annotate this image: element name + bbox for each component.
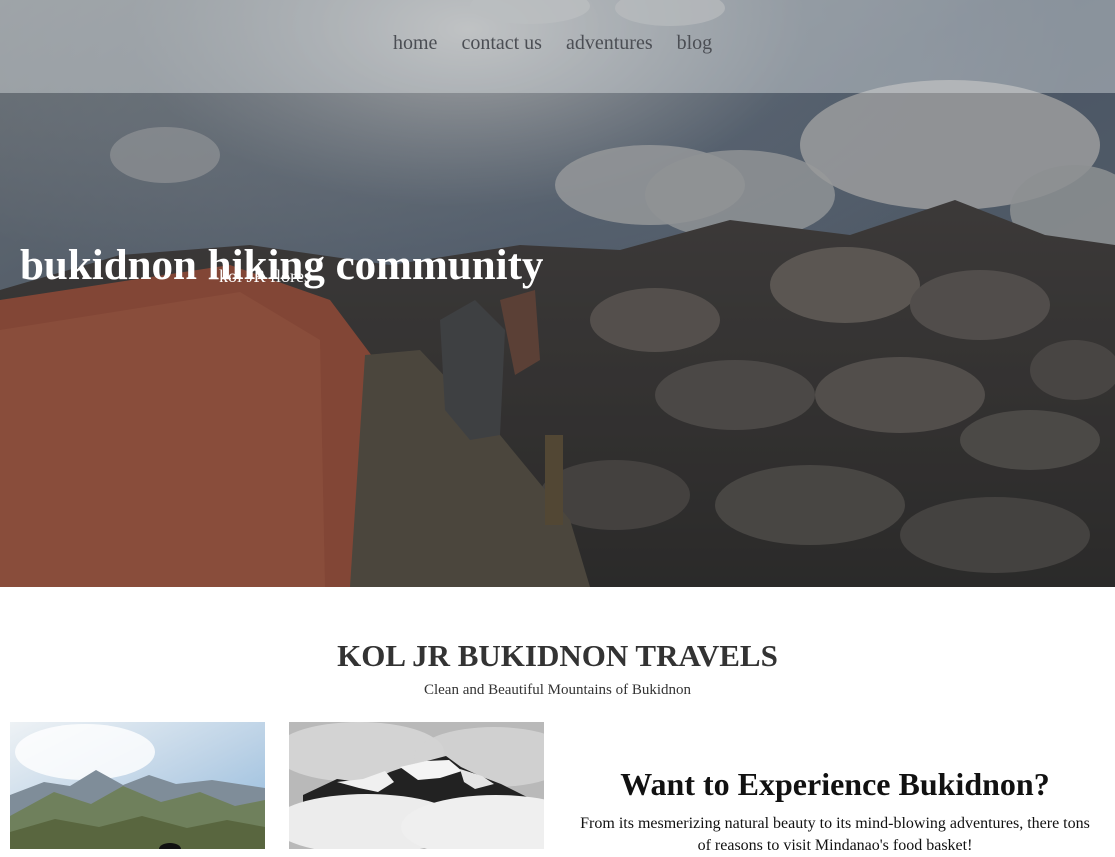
page-title: KOL JR BUKIDNON TRAVELS bbox=[337, 637, 778, 673]
experience-heading: Want to Experience Bukidnon? bbox=[620, 765, 1050, 802]
nav-home-link[interactable]: home bbox=[393, 31, 437, 55]
nav-adventures-link[interactable]: adventures bbox=[566, 31, 653, 55]
mountain-valley-image bbox=[10, 722, 265, 849]
top-navigation: home contact us adventures blog bbox=[0, 0, 1115, 93]
navigation-links: home contact us adventures blog bbox=[393, 31, 712, 55]
snowy-mountain-image bbox=[289, 722, 544, 849]
hero-banner: home contact us adventures blog bukidnon… bbox=[0, 0, 1115, 587]
hero-subtitle: kol JR flores bbox=[219, 266, 311, 286]
page-tagline: Clean and Beautiful Mountains of Bukidno… bbox=[423, 682, 692, 698]
nav-contact-link[interactable]: contact us bbox=[461, 31, 542, 55]
experience-description: From its mesmerizing natural beauty to i… bbox=[580, 815, 1090, 854]
snowy-mountain-photo bbox=[289, 722, 544, 849]
nav-blog-link[interactable]: blog bbox=[677, 31, 713, 55]
mountain-valley-photo bbox=[10, 722, 265, 849]
